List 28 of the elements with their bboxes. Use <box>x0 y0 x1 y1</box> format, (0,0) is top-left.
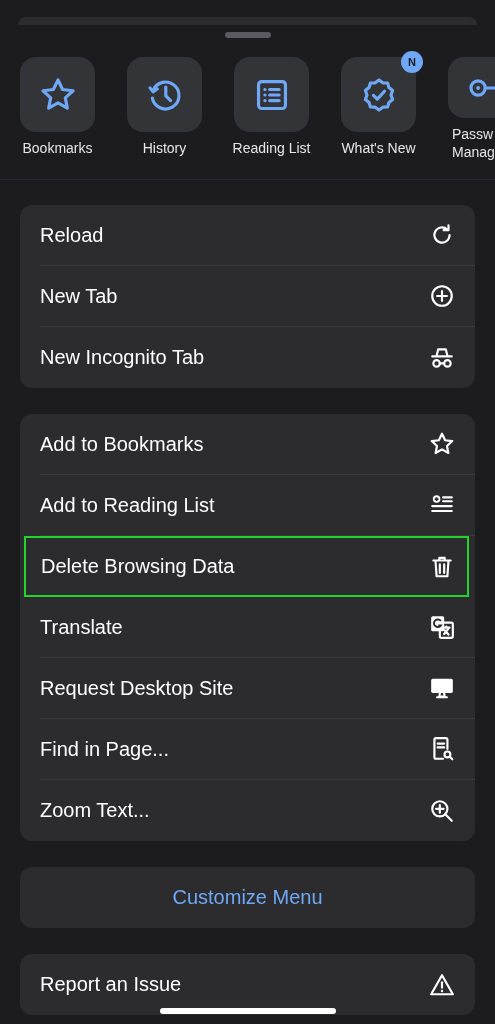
menu-item[interactable]: Delete Browsing Data <box>24 536 469 597</box>
menu-item[interactable]: Request Desktop Site <box>40 658 475 719</box>
star-icon <box>429 431 455 457</box>
menu-item[interactable]: Reload <box>40 205 475 266</box>
warning-icon <box>429 971 455 998</box>
quick-action-label: What's New <box>341 139 416 157</box>
customize-menu-button[interactable]: Customize Menu <box>20 867 475 928</box>
quick-action-tile[interactable] <box>234 57 309 132</box>
menu-item[interactable]: Translate <box>40 597 475 658</box>
plus-circle-icon <box>429 283 455 309</box>
translate-icon <box>429 614 455 640</box>
quick-action-tile[interactable] <box>20 57 95 132</box>
quick-action-label: Passw Manag <box>452 125 495 161</box>
quick-action-label: Bookmarks <box>22 139 93 157</box>
zoom-in-icon <box>429 797 455 824</box>
menu-item[interactable]: New Incognito Tab <box>40 327 475 388</box>
quick-action-tile[interactable] <box>127 57 202 132</box>
quick-action-label: Reading List <box>232 139 311 157</box>
sheet-grabber[interactable] <box>224 32 271 38</box>
menu-item[interactable]: Find in Page... <box>40 719 475 780</box>
menu-item[interactable]: Add to Bookmarks <box>40 414 475 475</box>
quick-action-tile[interactable] <box>341 57 416 132</box>
quick-action-label: History <box>142 139 187 157</box>
menu-item[interactable]: New Tab <box>40 266 475 327</box>
menu-item[interactable]: Report an Issue <box>40 954 475 1015</box>
menu-item[interactable]: Add to Reading List <box>40 475 475 536</box>
new-badge: N <box>401 51 423 73</box>
menu-item[interactable]: Zoom Text... <box>40 780 475 841</box>
